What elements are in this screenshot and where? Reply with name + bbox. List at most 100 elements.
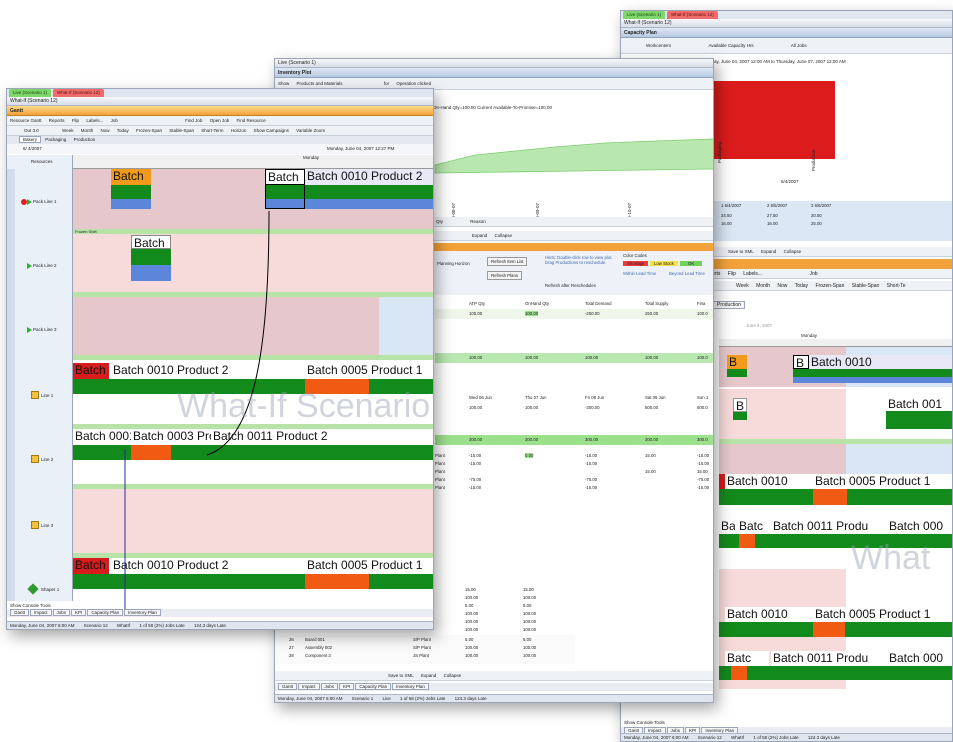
tab-jobs[interactable]: Jobs (52, 609, 71, 616)
month-button[interactable]: Month (756, 283, 770, 289)
all-jobs-dropdown[interactable]: All Jobs (791, 43, 807, 48)
frozen-span-button[interactable]: Frozen-Span (815, 283, 844, 289)
gantt-bar[interactable]: B (793, 355, 809, 369)
col-atp[interactable]: ATP Qty (469, 301, 485, 306)
collapse-button[interactable]: Collapse (784, 249, 802, 254)
bar-progress (719, 666, 952, 680)
bar-red (719, 474, 725, 489)
plan-cell: 0.00 (525, 453, 534, 458)
for-dropdown[interactable]: Operation clicked (396, 81, 431, 86)
col-final[interactable]: Fina (697, 301, 705, 306)
panel-header: Capacity Plan (621, 28, 952, 38)
item-row-name[interactable]: Component 3 (305, 653, 331, 658)
refresh-plans-button[interactable]: Refresh Plans (487, 271, 522, 280)
tab-impact[interactable]: Impact (298, 683, 320, 690)
plan-cell: Plant (435, 453, 445, 458)
tab-impact[interactable]: Impact (30, 609, 52, 616)
refresh-after-reschedules-checkbox[interactable]: Refresh after Reschedules (545, 283, 596, 288)
table-cell: 100.00 (645, 355, 659, 360)
save-xml-button[interactable]: Save to XML (388, 673, 414, 678)
tab-gantt[interactable]: Gantt (10, 609, 30, 616)
col-onhand[interactable]: OnHand Qty (525, 301, 549, 306)
gantt-window: Live (Scenario 1) What-If (Scenario 12) … (6, 88, 434, 630)
plan-cell: -15.00 (697, 461, 710, 466)
today-button[interactable]: Today (795, 283, 808, 289)
gantt-bar[interactable]: Batch 0011 Produ (771, 519, 885, 534)
tab-kpi[interactable]: KPI (339, 683, 355, 690)
plan-cell: -15.00 (469, 485, 482, 490)
plan-cell: -15.00 (585, 485, 598, 490)
week-button[interactable]: Week (736, 283, 749, 289)
gantt-bar[interactable]: Batch 0005 Product 1 (813, 607, 952, 622)
tab-capacity-plan[interactable]: Capacity Plan (355, 683, 392, 690)
console-tools-link[interactable]: Show Console Tools (10, 603, 51, 608)
status-scenario: Scenario 12 (83, 623, 108, 628)
item-row-name[interactable]: Assembly 002 (305, 645, 332, 650)
plan-cell: -15.00 (469, 461, 482, 466)
tab-jobs[interactable]: Jobs (320, 683, 339, 690)
gantt-bar[interactable]: Ba (719, 519, 735, 534)
collapse-button[interactable]: Collapse (495, 233, 513, 238)
expand-button[interactable]: Expand (761, 249, 776, 254)
gantt-bar[interactable]: Batch 0010 (725, 607, 813, 622)
watermark: What-If Scenario (177, 387, 431, 425)
plan-cell: -15.00 (697, 453, 710, 458)
short-term-button[interactable]: Short-Te (887, 283, 906, 289)
expand-button[interactable]: Expand (421, 673, 436, 678)
expand-button[interactable]: Expand (472, 233, 487, 238)
item-row-value: 100.00 (523, 653, 537, 658)
tab-capacity-plan[interactable]: Capacity Plan (87, 609, 124, 616)
axis-label-packaging: Packaging (717, 141, 722, 163)
save-xml-button[interactable]: Save to XML (728, 249, 754, 254)
table-header-3: 3 6/6/2007 (811, 203, 832, 208)
reason-filter[interactable]: Reason (470, 219, 486, 224)
table-cell: 300.00 (469, 437, 483, 442)
gantt-bar[interactable]: Batch 001 (886, 397, 952, 411)
table-cell: 27.50 (767, 213, 778, 218)
gantt-bar[interactable]: B (733, 398, 747, 412)
gantt-bar[interactable]: Batc (725, 651, 769, 666)
tab-live-scenario[interactable]: Live (Scenario 1) (623, 11, 666, 19)
gantt-bar[interactable]: Batch 0011 Produ (771, 651, 885, 666)
gantt-bar[interactable]: Batc (737, 519, 769, 534)
gantt-bar[interactable]: B (727, 355, 747, 369)
console-tools-link[interactable]: Show Console Tools (624, 720, 665, 725)
gantt-bar[interactable]: Batch 0010 (809, 355, 952, 369)
grid-area: ATP Qty OnHand Qty Total Demand Total Su… (435, 295, 713, 675)
labels-button[interactable]: Labels... (743, 271, 762, 277)
gantt-bar[interactable]: Batch 000 (887, 651, 952, 666)
panel-header: Inventory Plot (275, 68, 713, 78)
collapse-button[interactable]: Collapse (444, 673, 462, 678)
status-bar: Monday, June 04, 2007 6:00 AM Scenario 1… (275, 694, 713, 702)
col-supply[interactable]: Total Supply (645, 301, 668, 306)
hint-text: Hints: Double-click row to view plot. Dr… (545, 255, 613, 265)
tab-inventory-plan[interactable]: Inventory Plan (392, 683, 429, 690)
item-row-number: 26 (289, 637, 294, 642)
gantt-bar[interactable]: Batch 000 (887, 519, 952, 534)
qty-filter[interactable]: Qty (436, 219, 443, 224)
flip-button[interactable]: Flip (728, 271, 736, 277)
gantt-bar[interactable]: Batch 0010 (725, 474, 813, 489)
plan-cell: 15.00 (645, 469, 656, 474)
refresh-item-list-button[interactable]: Refresh Item List (487, 257, 528, 266)
stable-span-button[interactable]: Stable-Span (852, 283, 880, 289)
bar-orange (813, 622, 845, 637)
item-row-name[interactable]: Board 001 (305, 637, 325, 642)
tab-inventory-plan[interactable]: Inventory Plan (124, 609, 161, 616)
show-dropdown[interactable]: Products and Materials (297, 81, 343, 86)
capacity-hrs-dropdown[interactable]: Available Capacity Hrs (708, 43, 753, 48)
table-cell: 34.50 (721, 213, 732, 218)
tab-whatif-scenario[interactable]: What-If (Scenario 12) (667, 11, 718, 19)
plan-cell: Plant (435, 485, 445, 490)
job-button[interactable]: Job (809, 271, 817, 277)
tab-kpi[interactable]: KPI (71, 609, 87, 616)
plan-cell: -75.00 (697, 477, 710, 482)
tab-gantt[interactable]: Gantt (278, 683, 298, 690)
now-button[interactable]: Now (777, 283, 787, 289)
col-demand[interactable]: Total Demand (585, 301, 612, 306)
status-scenario: Scenario 12 (697, 735, 722, 740)
tab-production[interactable]: Production (713, 301, 745, 309)
table-cell: 300.00 (525, 437, 539, 442)
workcenters-dropdown[interactable]: Workcenters (646, 43, 671, 48)
gantt-bar[interactable]: Batch 0005 Product 1 (813, 474, 952, 489)
